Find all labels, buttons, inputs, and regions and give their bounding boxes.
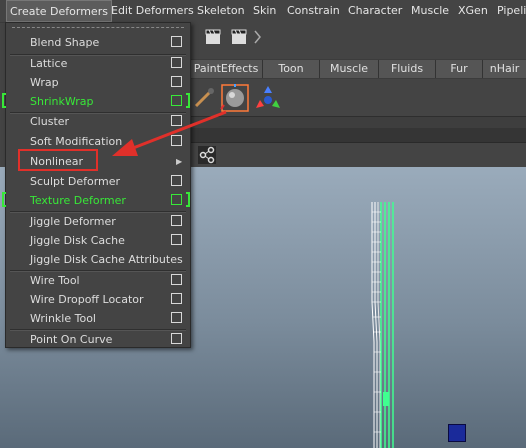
annotation-arrow-icon <box>112 110 227 156</box>
